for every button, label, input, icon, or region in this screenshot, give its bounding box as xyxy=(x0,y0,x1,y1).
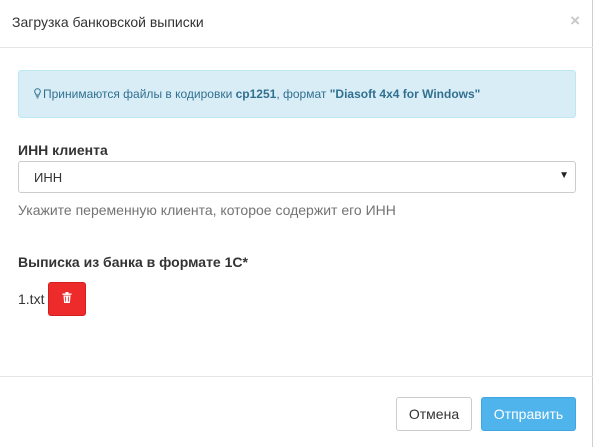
dialog-title: Загрузка банковской выписки xyxy=(12,14,204,30)
dialog-header: Загрузка банковской выписки × xyxy=(0,0,593,48)
inn-field-label: ИНН клиента xyxy=(18,142,108,158)
alert-encoding: cp1251 xyxy=(235,87,277,101)
lightbulb-icon xyxy=(34,88,41,102)
file-name: 1.txt xyxy=(18,291,45,307)
delete-file-button[interactable] xyxy=(48,282,87,316)
inn-select[interactable]: ИНН ▼ xyxy=(18,161,576,193)
trash-icon xyxy=(62,290,72,308)
cancel-button[interactable]: Отмена xyxy=(396,397,472,431)
encoding-info-alert: Принимаются файлы в кодировки cp1251, фо… xyxy=(18,70,576,118)
inn-help-text: Укажите переменную клиента, которое соде… xyxy=(18,202,396,218)
alert-text-middle: , формат xyxy=(276,87,330,101)
alert-format: "Diasoft 4x4 for Windows" xyxy=(329,87,481,101)
statement-field-label: Выписка из банка в формате 1С* xyxy=(18,254,248,270)
upload-statement-dialog: Загрузка банковской выписки × Принимаютс… xyxy=(0,0,593,447)
uploaded-file: 1.txt xyxy=(18,282,87,316)
dialog-footer: Отмена Отправить xyxy=(0,376,593,447)
inn-select-value: ИНН xyxy=(34,170,63,185)
close-icon[interactable]: × xyxy=(570,12,580,30)
caret-down-icon: ▼ xyxy=(559,170,569,181)
alert-text-prefix: Принимаются файлы в кодировки xyxy=(43,87,236,101)
submit-button[interactable]: Отправить xyxy=(481,397,576,431)
